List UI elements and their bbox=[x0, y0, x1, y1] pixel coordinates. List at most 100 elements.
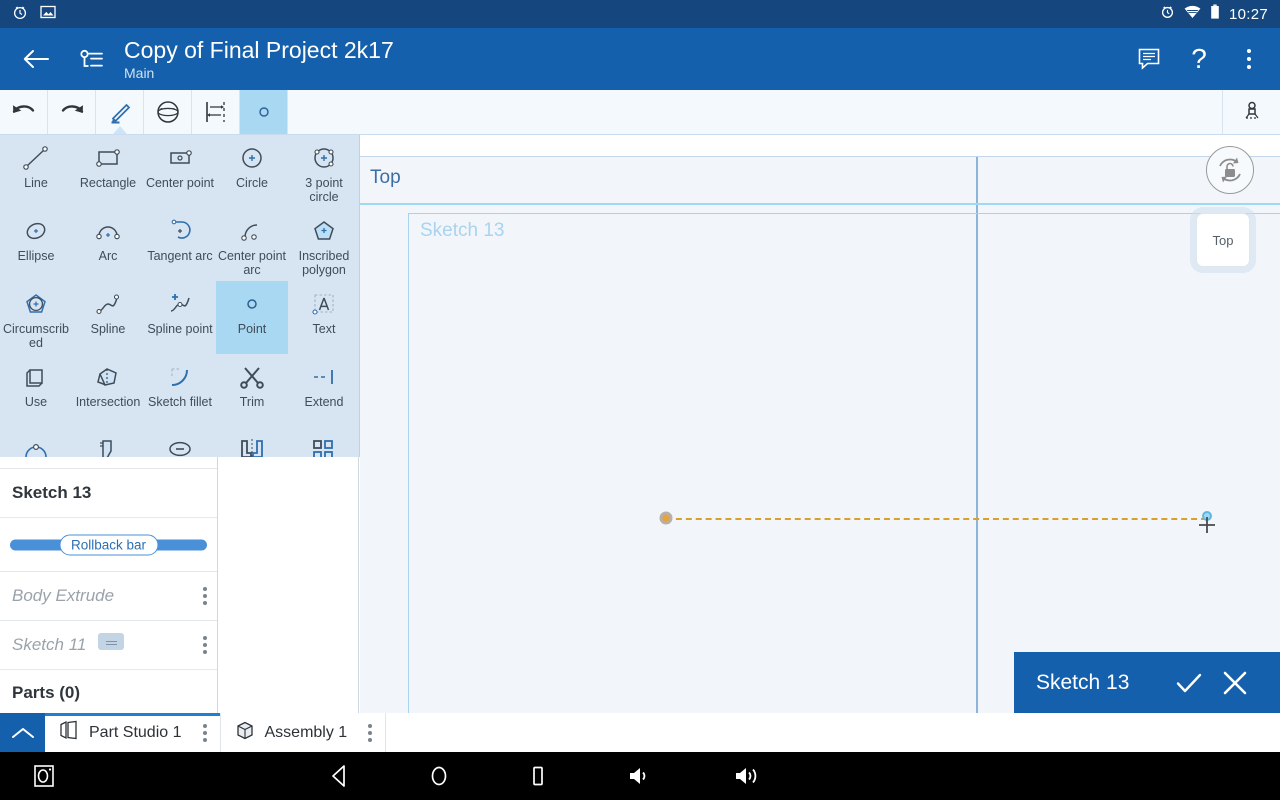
palette-item-arc[interactable]: Arc bbox=[72, 208, 144, 281]
checkmark-icon bbox=[1176, 673, 1202, 692]
android-status-bar: 10:27 bbox=[0, 0, 1280, 28]
palette-item-label: Line bbox=[24, 176, 48, 190]
sketch-tools-tab[interactable] bbox=[96, 90, 144, 134]
palette-item-label: Ellipse bbox=[17, 249, 55, 263]
palette-item-center-point-arc[interactable]: Center point arc bbox=[216, 208, 288, 281]
palette-item-trim[interactable]: Trim bbox=[216, 354, 288, 427]
document-tree-icon[interactable] bbox=[72, 47, 112, 71]
secondary-panel bbox=[219, 457, 359, 713]
point-tool-tab[interactable] bbox=[240, 90, 288, 134]
palette-item-construction-arc[interactable] bbox=[0, 427, 72, 457]
feature-tree-row-body-extrude[interactable]: Body Extrude bbox=[0, 572, 217, 621]
palette-item-spline-point[interactable]: Spline point bbox=[144, 281, 216, 354]
document-tab-bar: Part Studio 1 Assembly 1 bbox=[0, 713, 1280, 752]
palette-item-intersection[interactable]: Intersection bbox=[72, 354, 144, 427]
back-nav-icon bbox=[332, 765, 345, 787]
screenshot-nav-icon bbox=[34, 765, 54, 787]
palette-item-rectangle[interactable]: Rectangle bbox=[72, 135, 144, 208]
row-overflow-menu-icon[interactable] bbox=[203, 587, 207, 605]
palette-item-circle[interactable]: Circle bbox=[216, 135, 288, 208]
dimension-tab[interactable] bbox=[192, 90, 240, 134]
palette-item-3-point-circle[interactable]: 3 point circle bbox=[288, 135, 359, 208]
parts-section-header[interactable]: Parts (0) bbox=[0, 670, 217, 713]
alarm-icon bbox=[1160, 4, 1175, 24]
tangent-arc-icon bbox=[166, 216, 194, 246]
palette-item-tangent-arc[interactable]: Tangent arc bbox=[144, 208, 216, 281]
palette-item-sketch-fillet[interactable]: Sketch fillet bbox=[144, 354, 216, 427]
rollback-bar-chip[interactable]: Rollback bar bbox=[58, 534, 159, 555]
page-title: Copy of Final Project 2k17 bbox=[124, 36, 394, 63]
volume-up-icon bbox=[736, 768, 757, 784]
rectangle-icon bbox=[94, 143, 122, 173]
row-overflow-menu-icon[interactable] bbox=[203, 636, 207, 654]
palette-item-label: Text bbox=[312, 322, 336, 336]
redo-button[interactable] bbox=[48, 90, 96, 134]
palette-item-label: Point bbox=[237, 322, 267, 336]
tab-assembly-1[interactable]: Assembly 1 bbox=[221, 713, 387, 752]
palette-item-circumscribed[interactable]: Circumscribed bbox=[0, 281, 72, 354]
sketch-confirm-bar: Sketch 13 bbox=[1014, 652, 1280, 713]
palette-item-mirror[interactable] bbox=[216, 427, 288, 457]
cancel-sketch-button[interactable] bbox=[1212, 670, 1258, 696]
part-studio-icon bbox=[58, 719, 80, 746]
screenshot-nav-button[interactable] bbox=[24, 762, 66, 790]
android-nav-bar bbox=[0, 752, 1280, 800]
palette-item-point[interactable]: Point bbox=[216, 281, 288, 354]
palette-item-offset[interactable] bbox=[72, 427, 144, 457]
close-x-icon bbox=[1223, 671, 1247, 694]
feature-label: Sketch 13 bbox=[12, 483, 92, 502]
assembly-mate-button[interactable] bbox=[1222, 90, 1280, 134]
feature-tree-panel[interactable]: Sketch 13 Rollback bar Body Extrude Sket… bbox=[0, 457, 218, 713]
palette-item-text[interactable]: Text bbox=[288, 281, 359, 354]
palette-item-ellipse[interactable]: Ellipse bbox=[0, 208, 72, 281]
home-nav-button[interactable] bbox=[428, 763, 450, 789]
header-titles: Copy of Final Project 2k17 Main bbox=[124, 37, 394, 82]
palette-item-remove[interactable] bbox=[144, 427, 216, 457]
active-tool-caret bbox=[112, 126, 127, 134]
back-nav-button[interactable] bbox=[328, 763, 350, 789]
palette-item-use[interactable]: Use bbox=[0, 354, 72, 427]
origin-point[interactable] bbox=[659, 511, 673, 525]
help-button[interactable]: ? bbox=[1182, 39, 1216, 79]
accept-sketch-button[interactable] bbox=[1166, 670, 1212, 696]
sphere-icon bbox=[156, 101, 179, 123]
palette-item-spline[interactable]: Spline bbox=[72, 281, 144, 354]
help-icon: ? bbox=[1191, 43, 1207, 74]
volume-down-button[interactable] bbox=[626, 763, 654, 789]
sketch-tool-palette[interactable]: Line Rectangle Center point Circle 3 poi… bbox=[0, 135, 360, 457]
tab-label: Assembly 1 bbox=[264, 723, 348, 741]
palette-item-inscribed-polygon[interactable]: Inscribed polygon bbox=[288, 208, 359, 281]
tab-part-studio-1[interactable]: Part Studio 1 bbox=[45, 713, 221, 752]
view-cube[interactable]: Top bbox=[1196, 213, 1250, 267]
feature-tree-clipped-row bbox=[0, 457, 217, 469]
tab-overflow-menu-icon[interactable] bbox=[368, 723, 373, 742]
undo-button[interactable] bbox=[0, 90, 48, 134]
tab-overflow-menu-icon[interactable] bbox=[202, 723, 207, 742]
overflow-menu-button[interactable] bbox=[1232, 39, 1266, 79]
recents-nav-button[interactable] bbox=[528, 763, 548, 789]
rollback-row[interactable]: Rollback bar bbox=[0, 518, 217, 572]
palette-item-pattern[interactable] bbox=[288, 427, 359, 457]
collapse-panel-button[interactable] bbox=[0, 713, 45, 752]
panel-resize-handle[interactable] bbox=[98, 633, 124, 650]
feature-label: Body Extrude bbox=[12, 586, 115, 605]
dimension-icon bbox=[205, 102, 225, 122]
palette-grid: Line Rectangle Center point Circle 3 poi… bbox=[0, 135, 359, 457]
volume-up-button[interactable] bbox=[732, 763, 764, 789]
palette-item-line[interactable]: Line bbox=[0, 135, 72, 208]
sketch-canvas[interactable]: Top Sketch 13 Top bbox=[360, 135, 1280, 713]
back-button[interactable] bbox=[0, 49, 72, 69]
rotate-lock-button[interactable] bbox=[1206, 146, 1254, 194]
circumscribed-polygon-icon bbox=[22, 289, 50, 319]
construction-line[interactable] bbox=[666, 518, 1207, 520]
features-tab[interactable] bbox=[144, 90, 192, 134]
comments-button[interactable] bbox=[1132, 39, 1166, 79]
sketch-canvas-label: Sketch 13 bbox=[420, 220, 505, 241]
palette-item-center-point[interactable]: Center point bbox=[144, 135, 216, 208]
point-icon bbox=[242, 289, 262, 319]
palette-item-extend[interactable]: Extend bbox=[288, 354, 359, 427]
workspace-name: Main bbox=[124, 64, 155, 81]
comments-icon bbox=[1138, 48, 1160, 70]
palette-item-label: Spline bbox=[90, 322, 126, 336]
feature-tree-row-sketch-13[interactable]: Sketch 13 bbox=[0, 469, 217, 518]
